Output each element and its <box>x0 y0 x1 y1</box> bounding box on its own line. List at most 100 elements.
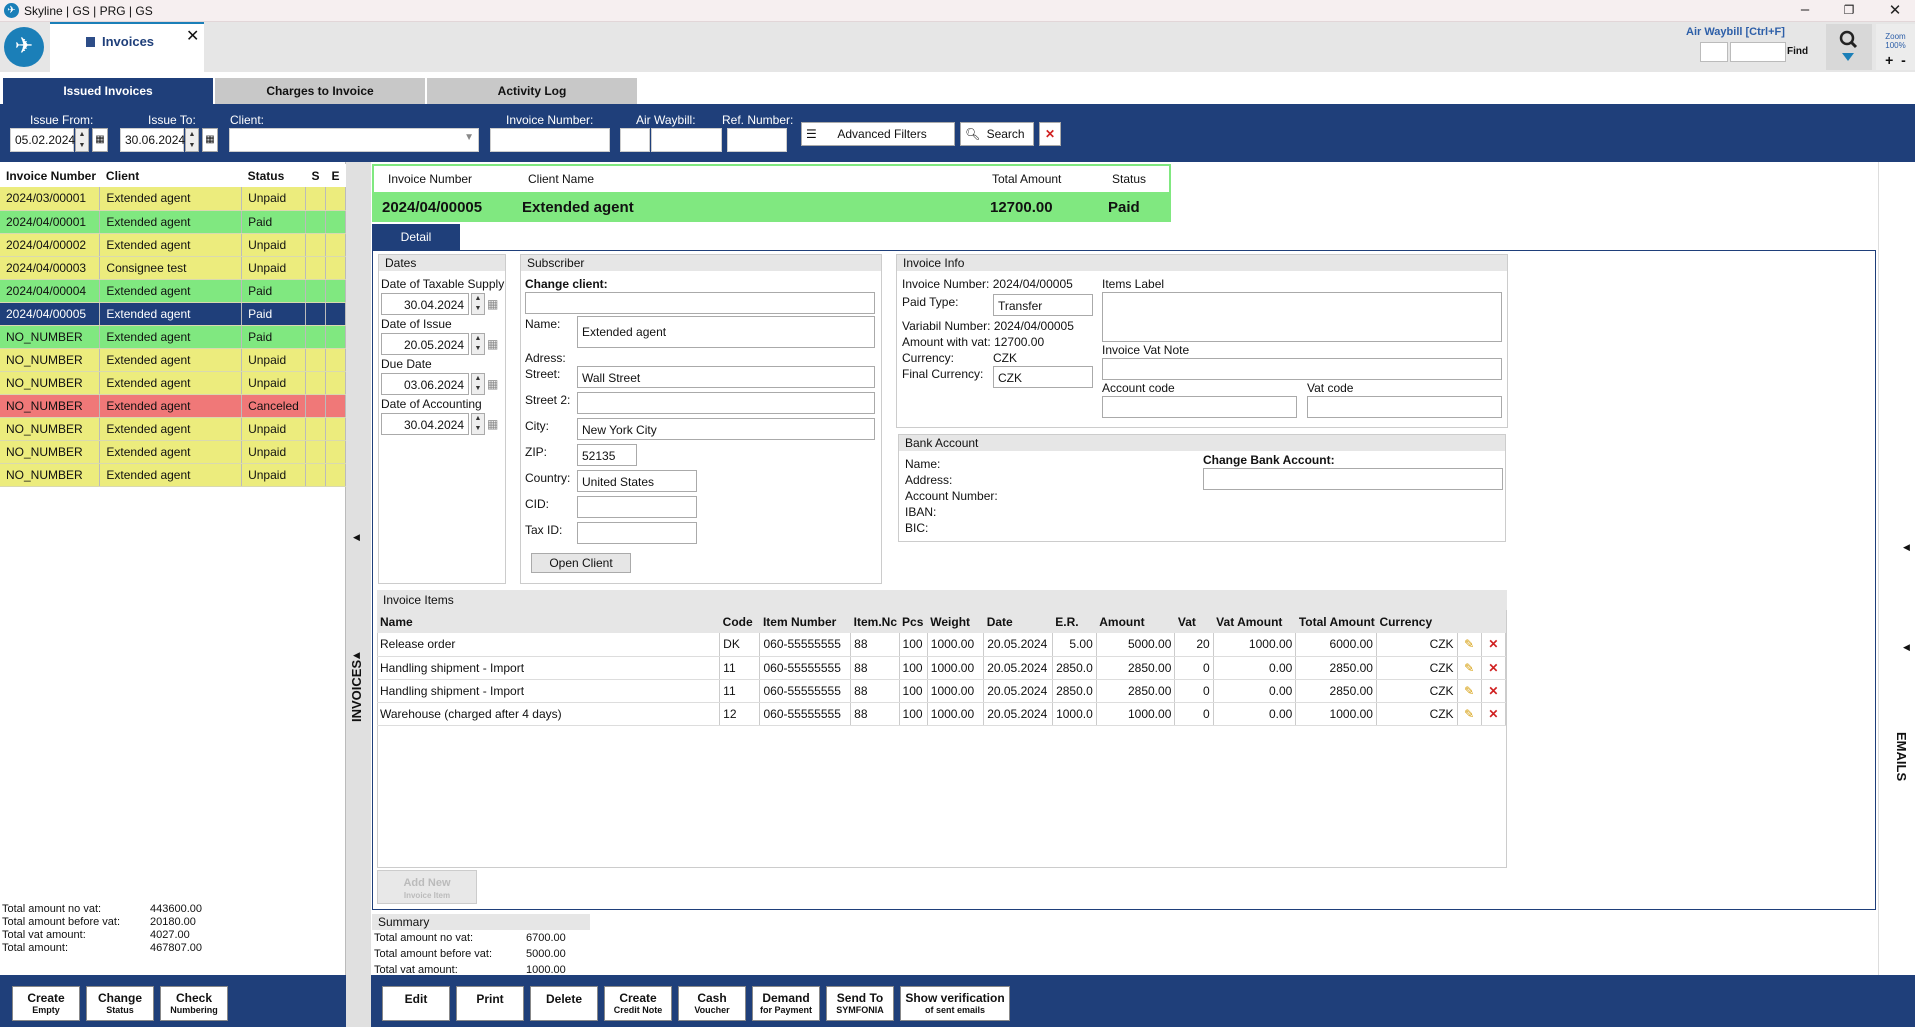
date-spinner[interactable]: ▲ ▼ <box>471 333 485 355</box>
change-bank-account-input[interactable] <box>1203 468 1503 490</box>
air-waybill-number-input[interactable] <box>1730 42 1786 62</box>
name-input[interactable]: Extended agent <box>577 316 875 348</box>
column-header[interactable]: Status <box>241 164 306 187</box>
minimize-icon[interactable]: – <box>1790 1 1820 18</box>
air-waybill-prefix-filter[interactable] <box>620 128 650 152</box>
table-row[interactable]: 2024/04/00001 Extended agent Paid <box>0 210 346 234</box>
close-tab-icon[interactable]: ✕ <box>186 26 199 46</box>
delete-icon[interactable]: ✕ <box>1481 679 1507 703</box>
search-button[interactable] <box>1826 24 1872 70</box>
tab-issued-invoices[interactable]: Issued Invoices <box>3 78 213 104</box>
pencil-icon[interactable]: ✎ <box>1457 679 1482 703</box>
paid-type-input[interactable]: Transfer <box>993 294 1093 316</box>
table-row[interactable]: NO_NUMBER Extended agent Paid <box>0 325 346 349</box>
delete-icon[interactable]: ✕ <box>1481 656 1507 680</box>
issue-to-spinner[interactable]: ▲ ▼ <box>185 128 199 152</box>
search-filter-button[interactable]: 🔍︎ Search <box>960 122 1034 146</box>
column-header[interactable]: Total Amount <box>1295 610 1377 633</box>
change-status-button[interactable]: Change Status <box>86 986 154 1021</box>
document-tab-invoices[interactable]: Invoices <box>50 22 204 74</box>
column-header[interactable]: Date <box>983 610 1053 633</box>
column-header[interactable]: Vat <box>1174 610 1214 633</box>
clear-filters-button[interactable]: ✕ <box>1039 122 1061 146</box>
column-header[interactable]: S <box>305 164 326 187</box>
vat-code-input[interactable] <box>1307 396 1502 418</box>
zoom-out-icon[interactable]: - <box>1901 52 1906 68</box>
date-of-issue-input[interactable]: 20.05.2024 <box>381 333 469 355</box>
calendar-icon[interactable]: ▦ <box>92 128 108 152</box>
column-header[interactable]: Vat Amount <box>1213 610 1296 633</box>
tab-detail[interactable]: Detail <box>372 224 460 250</box>
restore-icon[interactable]: ❐ <box>1834 3 1864 17</box>
client-select[interactable]: ▼ <box>229 128 479 152</box>
zip-input[interactable]: 52135 <box>577 444 637 466</box>
table-row[interactable]: NO_NUMBER Extended agent Unpaid <box>0 440 346 464</box>
table-row[interactable]: 2024/04/00002 Extended agent Unpaid <box>0 233 346 257</box>
item-row[interactable]: Release order DK 060-55555555 88 100 1000.00 2… <box>377 633 1507 657</box>
advanced-filters-button[interactable]: ☰ Advanced Filters <box>801 122 955 146</box>
tab-activity-log[interactable]: Activity Log <box>427 78 637 104</box>
table-row[interactable]: 2024/04/00005 Extended agent Paid <box>0 302 346 326</box>
item-row[interactable]: Handling shipment - Import 11 060-55555555… <box>377 656 1507 680</box>
account-code-input[interactable] <box>1102 396 1297 418</box>
date-spinner[interactable]: ▲ ▼ <box>471 293 485 315</box>
edit-button[interactable]: Edit <box>382 986 450 1021</box>
calendar-icon[interactable]: ▦ <box>487 297 498 311</box>
date-spinner[interactable]: ▲ ▼ <box>471 373 485 395</box>
collapse-arrow-icon[interactable]: ◀ <box>353 650 360 661</box>
collapse-arrow-icon[interactable]: ◀ <box>353 532 360 543</box>
expand-arrow-icon[interactable]: ◀ <box>1903 542 1910 553</box>
delete-icon[interactable]: ✕ <box>1481 702 1507 726</box>
delete-icon[interactable]: ✕ <box>1481 633 1507 657</box>
column-header[interactable]: Pcs <box>899 610 928 633</box>
column-header[interactable]: Name <box>377 610 720 633</box>
pencil-icon[interactable]: ✎ <box>1457 633 1482 657</box>
invoices-side-panel[interactable]: ◀ INVOICES ◀ <box>346 162 371 1027</box>
column-header[interactable]: Amount <box>1096 610 1175 633</box>
final-currency-input[interactable]: CZK <box>993 366 1093 388</box>
items-label-input[interactable] <box>1102 292 1502 342</box>
demand-for-payment-button[interactable]: Demand for Payment <box>752 986 820 1021</box>
create-empty-button[interactable]: Create Empty <box>12 986 80 1021</box>
invoice-header-summary[interactable]: Invoice Number Client Name Total Amount … <box>372 164 1171 222</box>
print-button[interactable]: Print <box>456 986 524 1021</box>
street-input[interactable]: Wall Street <box>577 366 875 388</box>
date-of-accounting-input[interactable]: 30.04.2024 <box>381 413 469 435</box>
column-header[interactable]: Invoice Number <box>0 164 100 187</box>
issue-from-spinner[interactable]: ▲ ▼ <box>75 128 89 152</box>
add-new-item-button[interactable]: Add New Invoice Item <box>377 870 477 904</box>
calendar-icon[interactable]: ▦ <box>487 337 498 351</box>
delete-button[interactable]: Delete <box>530 986 598 1021</box>
air-waybill-prefix-input[interactable] <box>1700 42 1728 62</box>
show-verification-of-sent-emails-button[interactable]: Show verification of sent emails <box>900 986 1010 1021</box>
street2-input[interactable] <box>577 392 875 414</box>
item-row[interactable]: Warehouse (charged after 4 days) 12 060-55… <box>377 702 1507 726</box>
column-header[interactable]: E.R. <box>1052 610 1097 633</box>
tax-id-input[interactable] <box>577 522 697 544</box>
column-header[interactable]: Currency <box>1376 610 1458 633</box>
pencil-icon[interactable]: ✎ <box>1457 702 1482 726</box>
country-input[interactable]: United States <box>577 470 697 492</box>
city-input[interactable]: New York City <box>577 418 875 440</box>
calendar-icon[interactable]: ▦ <box>202 128 218 152</box>
item-row[interactable]: Handling shipment - Import 11 060-55555555… <box>377 679 1507 703</box>
table-row[interactable]: 2024/03/00001 Extended agent Unpaid <box>0 187 346 211</box>
ref-number-input[interactable] <box>727 128 787 152</box>
table-row[interactable]: 2024/04/00004 Extended agent Paid <box>0 279 346 303</box>
column-header[interactable]: E <box>325 164 346 187</box>
emails-side-panel[interactable]: ◀ EMAILS ◀ <box>1878 162 1915 1027</box>
calendar-icon[interactable]: ▦ <box>487 417 498 431</box>
create-credit-note-button[interactable]: Create Credit Note <box>604 986 672 1021</box>
column-header[interactable]: Weight <box>927 610 984 633</box>
calendar-icon[interactable]: ▦ <box>487 377 498 391</box>
vat-note-input[interactable] <box>1102 358 1502 380</box>
issue-to-input[interactable]: 30.06.2024 <box>120 128 185 152</box>
due-date-input[interactable]: 03.06.2024 <box>381 373 469 395</box>
table-row[interactable]: NO_NUMBER Extended agent Canceled <box>0 394 346 418</box>
table-row[interactable]: NO_NUMBER Extended agent Unpaid <box>0 371 346 395</box>
tab-charges-to-invoice[interactable]: Charges to Invoice <box>215 78 425 104</box>
pencil-icon[interactable]: ✎ <box>1457 656 1482 680</box>
close-window-icon[interactable]: ✕ <box>1880 1 1910 19</box>
cash-voucher-button[interactable]: Cash Voucher <box>678 986 746 1021</box>
air-waybill-number-filter[interactable] <box>651 128 722 152</box>
